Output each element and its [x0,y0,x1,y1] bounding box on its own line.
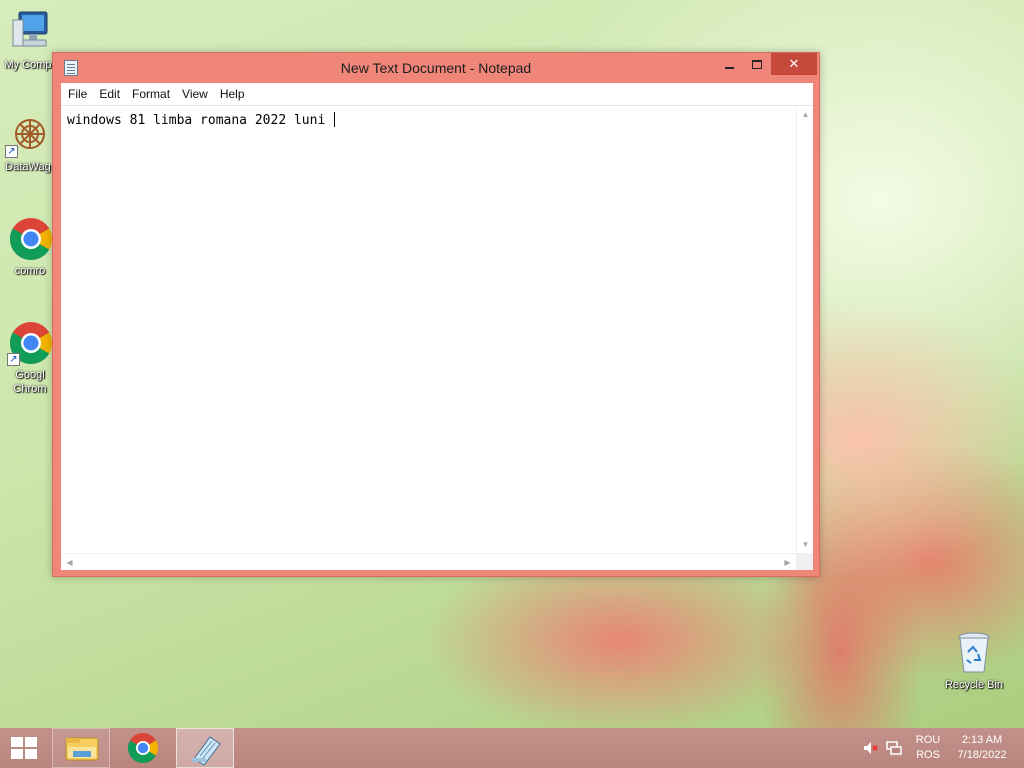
speaker-muted-icon[interactable] [862,740,878,756]
shortcut-arrow-icon: ↗ [5,145,18,158]
desktop-icon-google-chrome[interactable]: ↗ Googl Chrom [2,320,58,396]
clock-date: 7/18/2022 [957,749,1007,761]
window-title: New Text Document - Notepad [340,60,532,76]
network-icon[interactable] [886,740,902,756]
text-caret [334,112,336,127]
scroll-left-icon[interactable]: ◀ [61,554,78,571]
close-button[interactable]: ✕ [771,53,817,75]
desktop-icon-label: My Comp [4,59,52,71]
text-editor[interactable]: windows 81 limba romana 2022 luni ▲ ▼ ◀ … [61,105,813,570]
minimize-button[interactable] [715,53,743,75]
vertical-scrollbar[interactable]: ▲ ▼ [796,106,813,553]
menu-help[interactable]: Help [214,83,251,105]
taskbar-chrome[interactable] [114,728,172,768]
horizontal-scrollbar[interactable]: ◀ ▶ [61,553,796,570]
clock-time: 2:13 AM [961,734,1003,746]
document-text-area[interactable]: windows 81 limba romana 2022 luni [67,112,336,128]
desktop-icon-label: DataWag [5,161,51,173]
desktop-icon-my-computer[interactable]: My Comp [0,10,56,72]
computer-icon [5,10,51,56]
datawag-icon: ↗ [5,112,51,158]
recycle-bin-icon [951,630,997,676]
desktop-icon-datawag[interactable]: ↗ DataWag [0,112,56,174]
desktop-icon-label: Googl Chrom [13,369,47,395]
input-language[interactable]: ROU ROS [910,733,946,763]
file-explorer-icon [65,737,99,761]
windows-logo-icon [11,737,37,759]
taskbar-notepad[interactable] [176,728,234,768]
document-content: windows 81 limba romana 2022 luni [67,113,334,128]
desktop-icon-comro[interactable]: comro [2,216,58,278]
menu-edit[interactable]: Edit [93,83,126,105]
maximize-icon [752,60,762,70]
scrollbar-corner [796,553,813,570]
scroll-right-icon[interactable]: ▶ [779,554,796,571]
menu-bar: File Edit Format View Help [61,83,813,105]
desktop-icon-recycle-bin[interactable]: Recycle Bin [938,630,1010,692]
minimize-icon [724,66,734,69]
title-bar[interactable]: New Text Document - Notepad ✕ [53,53,819,83]
taskbar: ROU ROS 2:13 AM 7/18/2022 [0,728,1024,768]
system-tray: ROU ROS 2:13 AM 7/18/2022 [860,728,1024,768]
maximize-button[interactable] [743,53,771,75]
desktop-icon-label: comro [14,265,46,277]
desktop-icon-label: Recycle Bin [944,679,1004,691]
chrome-icon: ↗ [7,320,53,366]
clock[interactable]: 2:13 AM 7/18/2022 [952,733,1012,763]
notepad-icon [192,736,221,766]
scroll-down-icon[interactable]: ▼ [797,536,814,553]
taskbar-file-explorer[interactable] [52,728,110,768]
scroll-up-icon[interactable]: ▲ [797,106,814,123]
start-button[interactable] [0,728,48,768]
language-code: ROU [915,734,941,746]
close-icon: ✕ [788,56,800,71]
shortcut-arrow-icon: ↗ [7,353,20,366]
notepad-window[interactable]: New Text Document - Notepad ✕ File Edit … [52,52,820,577]
menu-format[interactable]: Format [126,83,176,105]
chrome-icon [7,216,53,262]
menu-view[interactable]: View [176,83,214,105]
keyboard-layout: ROS [916,749,940,761]
chrome-icon [127,733,158,764]
menu-file[interactable]: File [62,83,93,105]
